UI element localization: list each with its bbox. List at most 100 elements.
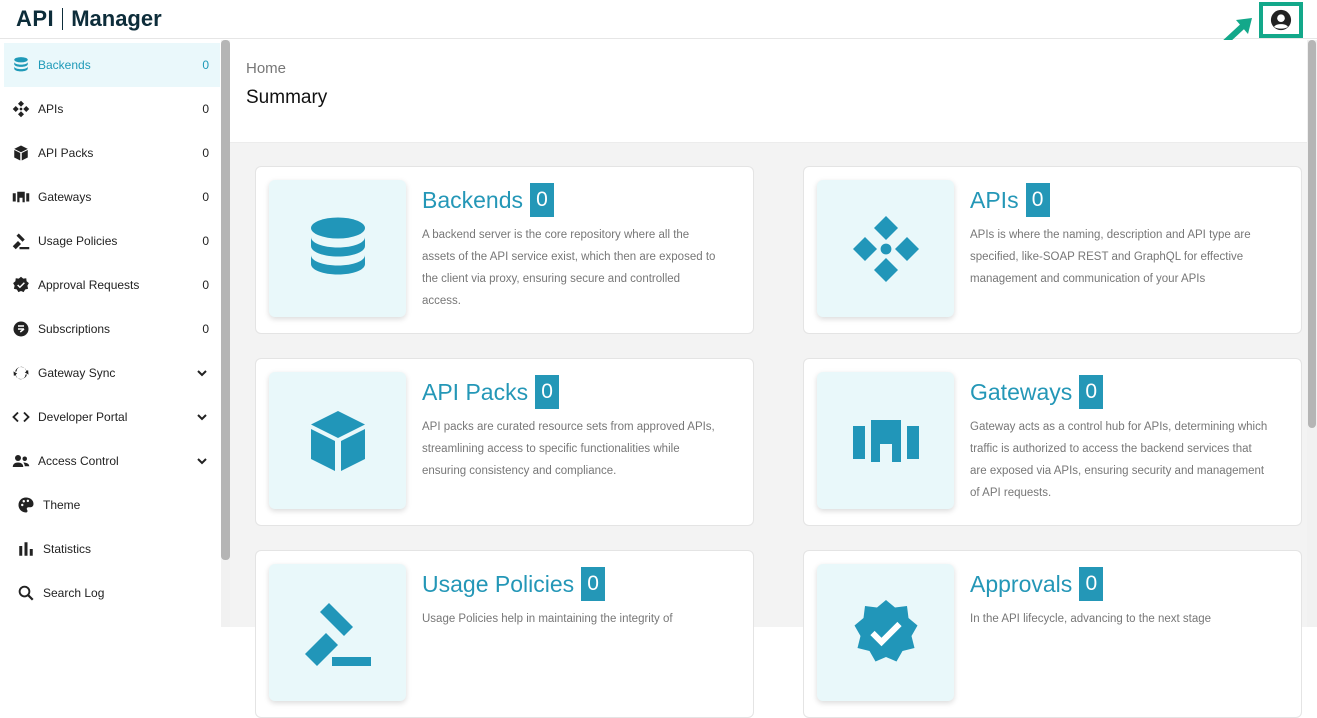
box-icon [310, 410, 365, 471]
sidebar-item-gateways[interactable]: Gateways 0 [4, 175, 220, 219]
sidebar-item-subscriptions[interactable]: Subscriptions 0 [4, 307, 220, 351]
count-badge: 0 [1079, 375, 1104, 409]
sidebar-item-label: APIs [38, 102, 64, 116]
sidebar-item-access-control[interactable]: Access Control [4, 439, 220, 483]
summary-card-backends[interactable]: Backends 0 A backend server is the core … [255, 166, 754, 334]
sidebar-item-search-log[interactable]: Search Log [4, 571, 220, 615]
card-image [817, 564, 954, 701]
database-icon [310, 217, 365, 274]
sidebar-item-apis[interactable]: APIs 0 [4, 87, 220, 131]
sidebar-item-count: 0 [202, 234, 209, 248]
sidebar-item-label: Backends [38, 58, 91, 72]
sidebar-scrollbar-thumb[interactable] [221, 40, 230, 560]
summary-card-usage-policies[interactable]: Usage Policies 0 Usage Policies help in … [255, 550, 754, 718]
summary-card-apis[interactable]: APIs 0 APIs is where the naming, descrip… [803, 166, 1302, 334]
sidebar-item-count: 0 [202, 322, 209, 336]
chevron-down-icon[interactable] [196, 455, 208, 467]
card-title-text[interactable]: Usage Policies [422, 571, 574, 598]
card-title-text[interactable]: Backends [422, 187, 523, 214]
count-badge: 0 [1079, 567, 1104, 601]
card-title-text[interactable]: APIs [970, 187, 1019, 214]
summary-card-approvals[interactable]: Approvals 0 In the API lifecycle, advanc… [803, 550, 1302, 718]
sidebar-item-label: Approval Requests [38, 278, 140, 292]
sidebar-item-count: 0 [202, 278, 209, 292]
count-badge: 0 [535, 375, 560, 409]
code-icon [11, 407, 31, 427]
sidebar-item-label: Access Control [38, 454, 119, 468]
count-badge: 0 [1025, 183, 1050, 217]
palette-icon [16, 495, 36, 515]
sidebar-item-label: Developer Portal [38, 410, 128, 424]
sidebar-item-statistics[interactable]: Statistics [4, 527, 220, 571]
card-title: APIs 0 [970, 183, 1050, 217]
sidebar-item-label: Search Log [43, 586, 105, 600]
summary-card-api-packs[interactable]: API Packs 0 API packs are curated resour… [255, 358, 754, 526]
card-title-text[interactable]: Gateways [970, 379, 1072, 406]
box-icon [11, 143, 31, 163]
chevron-down-icon[interactable] [196, 411, 208, 423]
sidebar-item-backends[interactable]: Backends 0 [4, 43, 220, 87]
card-image [269, 180, 406, 317]
sidebar-item-approval-requests[interactable]: Approval Requests 0 [4, 263, 220, 307]
card-title: Usage Policies 0 [422, 567, 606, 601]
summary-card-gateways[interactable]: Gateways 0 Gateway acts as a control hub… [803, 358, 1302, 526]
api-diamond-icon [852, 215, 919, 282]
logo-separator [62, 8, 64, 30]
top-bar: API Manager [0, 0, 1317, 52]
gavel-icon [304, 602, 371, 666]
card-title-text[interactable]: Approvals [970, 571, 1072, 598]
card-description: APIs is where the naming, description an… [970, 229, 1251, 285]
sidebar-item-count: 0 [202, 146, 209, 160]
gateway-icon [11, 187, 31, 207]
sidebar-item-count: 0 [202, 190, 209, 204]
sidebar-item-gateway-sync[interactable]: Gateway Sync [4, 351, 220, 395]
gateway-icon [852, 419, 919, 462]
sidebar-item-label: Theme [43, 498, 81, 512]
app-logo[interactable]: API Manager [16, 5, 162, 33]
user-profile-button[interactable] [1259, 2, 1303, 38]
sidebar-item-label: Gateway Sync [38, 366, 116, 380]
user-avatar-icon [1270, 9, 1292, 31]
sidebar-item-count: 0 [202, 102, 209, 116]
search-icon [16, 583, 36, 603]
sync-icon [11, 363, 31, 383]
sidebar-item-count: 0 [202, 58, 209, 72]
card-image [269, 372, 406, 509]
card-image [817, 372, 954, 509]
card-image [269, 564, 406, 701]
card-title: API Packs 0 [422, 375, 560, 409]
count-badge: 0 [530, 183, 555, 217]
card-description: API packs are curated resource sets from… [422, 421, 715, 477]
sidebar-item-developer-portal[interactable]: Developer Portal [4, 395, 220, 439]
sidebar-item-api-packs[interactable]: API Packs 0 [4, 131, 220, 175]
database-icon [11, 55, 31, 75]
sidebar-item-label: Subscriptions [38, 322, 111, 336]
chevron-down-icon[interactable] [196, 367, 208, 379]
sidebar-item-label: Gateways [38, 190, 92, 204]
sidebar-item-theme[interactable]: Theme [4, 483, 220, 527]
card-title-text[interactable]: API Packs [422, 379, 528, 406]
card-title: Backends 0 [422, 183, 555, 217]
check-badge-icon [854, 599, 917, 661]
subscription-icon [11, 319, 31, 339]
users-icon [11, 451, 31, 471]
bar-chart-icon [16, 539, 36, 559]
summary-content: Backends 0 A backend server is the core … [230, 143, 1307, 718]
page-header: Home Summary [230, 40, 1307, 143]
logo-api-text: API [16, 6, 55, 31]
sidebar-item-label: Statistics [43, 542, 92, 556]
breadcrumb[interactable]: Home [246, 60, 286, 77]
page-title: Summary [246, 87, 328, 108]
card-title: Gateways 0 [970, 375, 1104, 409]
card-description: A backend server is the core repository … [422, 229, 716, 307]
check-badge-icon [11, 275, 31, 295]
card-image [817, 180, 954, 317]
sidebar-item-label: Usage Policies [38, 234, 118, 248]
logo-manager-text: Manager [71, 6, 162, 31]
main-scrollbar-thumb[interactable] [1308, 40, 1316, 428]
api-diamond-icon [11, 99, 31, 119]
card-title: Approvals 0 [970, 567, 1104, 601]
count-badge: 0 [581, 567, 606, 601]
sidebar-item-usage-policies[interactable]: Usage Policies 0 [4, 219, 220, 263]
card-description: Gateway acts as a control hub for APIs, … [970, 421, 1268, 499]
